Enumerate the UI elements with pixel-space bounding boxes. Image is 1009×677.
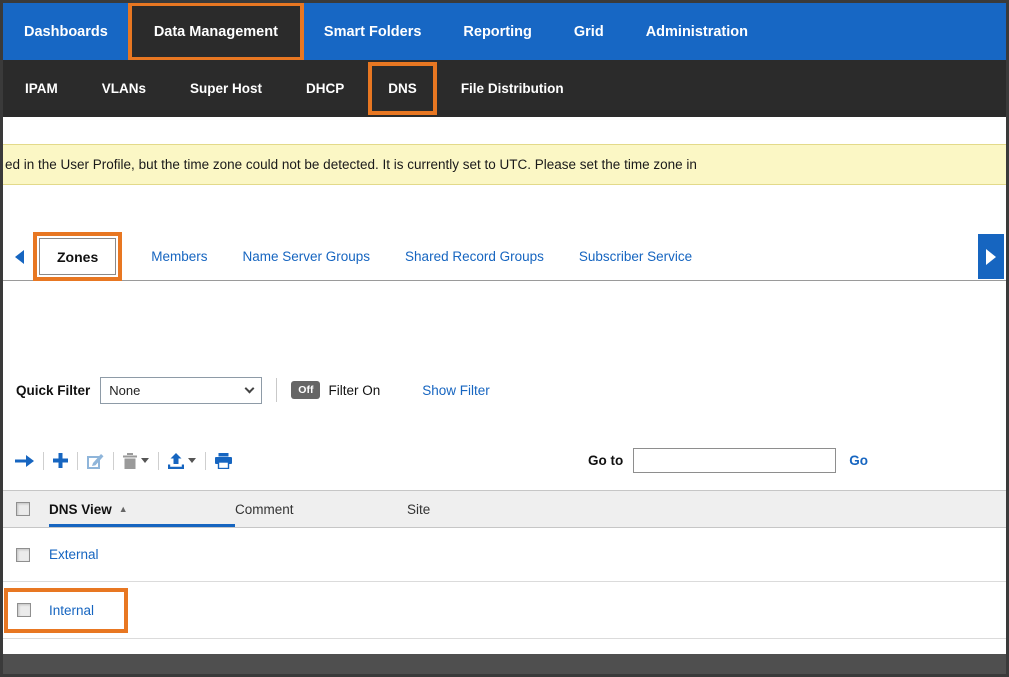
quick-filter-select[interactable]: None: [100, 377, 262, 404]
sorted-column-underline: [49, 524, 235, 527]
nav-data-management[interactable]: Data Management: [129, 3, 303, 60]
sub-nav: IPAM VLANs Super Host DHCP DNS File Dist…: [3, 60, 1006, 117]
app-window: Dashboards Data Management Smart Folders…: [0, 0, 1009, 677]
tab-name-server-groups[interactable]: Name Server Groups: [243, 249, 371, 264]
export-button[interactable]: [168, 453, 196, 469]
show-filter-link[interactable]: Show Filter: [422, 383, 490, 398]
table-toolbar: Go to Go: [3, 438, 1006, 483]
select-all-checkbox[interactable]: [16, 502, 30, 516]
toolbar-separator: [158, 452, 159, 470]
toolbar-separator: [77, 452, 78, 470]
toolbar-separator: [205, 452, 206, 470]
subnav-vlans[interactable]: VLANs: [80, 60, 168, 117]
goto-group: Go to Go: [588, 448, 868, 473]
edit-button[interactable]: [87, 453, 104, 469]
row-checkbox[interactable]: [16, 548, 30, 562]
chevron-down-icon: [188, 458, 196, 463]
timezone-warning-banner: ed in the User Profile, but the time zon…: [3, 144, 1006, 185]
column-header-dns-view[interactable]: DNS View ▲: [49, 502, 235, 517]
tab-shared-record-groups[interactable]: Shared Record Groups: [405, 249, 544, 264]
bottom-scrollbar-strip[interactable]: [3, 654, 1006, 674]
open-button[interactable]: [15, 454, 34, 468]
table-row: External: [3, 528, 1006, 582]
tab-bar: Zones Members Name Server Groups Shared …: [3, 230, 1006, 283]
add-button[interactable]: [53, 453, 68, 468]
tab-subscriber-service[interactable]: Subscriber Service: [579, 249, 692, 264]
go-link[interactable]: Go: [849, 453, 868, 468]
chevron-left-icon: [15, 250, 24, 264]
timezone-warning-text: ed in the User Profile, but the time zon…: [5, 157, 697, 172]
tab-scroll-right-button[interactable]: [978, 234, 1004, 279]
chevron-right-icon: [986, 249, 996, 265]
subnav-super-host[interactable]: Super Host: [168, 60, 284, 117]
plus-icon: [53, 453, 68, 468]
trash-icon: [123, 453, 137, 469]
column-header-dns-view-label: DNS View: [49, 502, 112, 517]
tab-bar-divider: [3, 280, 1006, 281]
internal-row-annotation: Internal: [8, 592, 124, 629]
toolbar-separator: [113, 452, 114, 470]
filter-separator: [276, 378, 277, 402]
delete-button[interactable]: [123, 453, 149, 469]
tab-members[interactable]: Members: [151, 249, 207, 264]
dns-view-external-link[interactable]: External: [49, 547, 99, 562]
chevron-down-icon: [245, 383, 255, 393]
subnav-ipam[interactable]: IPAM: [3, 60, 80, 117]
export-up-arrow-icon: [168, 453, 184, 469]
sort-asc-icon: ▲: [119, 504, 128, 514]
nav-grid[interactable]: Grid: [553, 3, 625, 60]
nav-smart-folders[interactable]: Smart Folders: [303, 3, 443, 60]
top-nav: Dashboards Data Management Smart Folders…: [3, 3, 1006, 60]
column-header-comment[interactable]: Comment: [235, 502, 407, 517]
print-button[interactable]: [215, 453, 232, 469]
row-checkbox-cell: [3, 548, 49, 562]
subnav-dns[interactable]: DNS: [366, 60, 439, 117]
nav-administration[interactable]: Administration: [625, 3, 769, 60]
dns-view-cell: External: [49, 547, 235, 562]
header-checkbox-cell: [3, 502, 49, 516]
row-checkbox[interactable]: [17, 603, 31, 617]
table-header: DNS View ▲ Comment Site: [3, 490, 1006, 528]
quick-filter-label: Quick Filter: [16, 383, 90, 398]
edit-pencil-icon: [87, 453, 104, 469]
arrow-right-icon: [15, 454, 34, 468]
chevron-down-icon: [141, 458, 149, 463]
subnav-file-distribution[interactable]: File Distribution: [439, 60, 586, 117]
nav-dashboards[interactable]: Dashboards: [3, 3, 129, 60]
tab-scroll-left-button[interactable]: [9, 239, 29, 275]
subnav-dhcp[interactable]: DHCP: [284, 60, 366, 117]
nav-reporting[interactable]: Reporting: [442, 3, 552, 60]
tab-zones[interactable]: Zones: [39, 238, 116, 275]
toolbar-separator: [43, 452, 44, 470]
filter-toggle-button[interactable]: Off: [291, 381, 320, 399]
goto-label: Go to: [588, 453, 623, 468]
filter-on-label: Filter On: [328, 383, 380, 398]
table-row: Internal: [3, 582, 1006, 639]
quick-filter-selected-value: None: [109, 383, 140, 398]
column-header-site[interactable]: Site: [407, 502, 1006, 517]
goto-input[interactable]: [633, 448, 836, 473]
printer-icon: [215, 453, 232, 469]
quick-filter-bar: Quick Filter None Off Filter On Show Fil…: [3, 370, 1006, 410]
dns-view-internal-link[interactable]: Internal: [49, 603, 94, 618]
